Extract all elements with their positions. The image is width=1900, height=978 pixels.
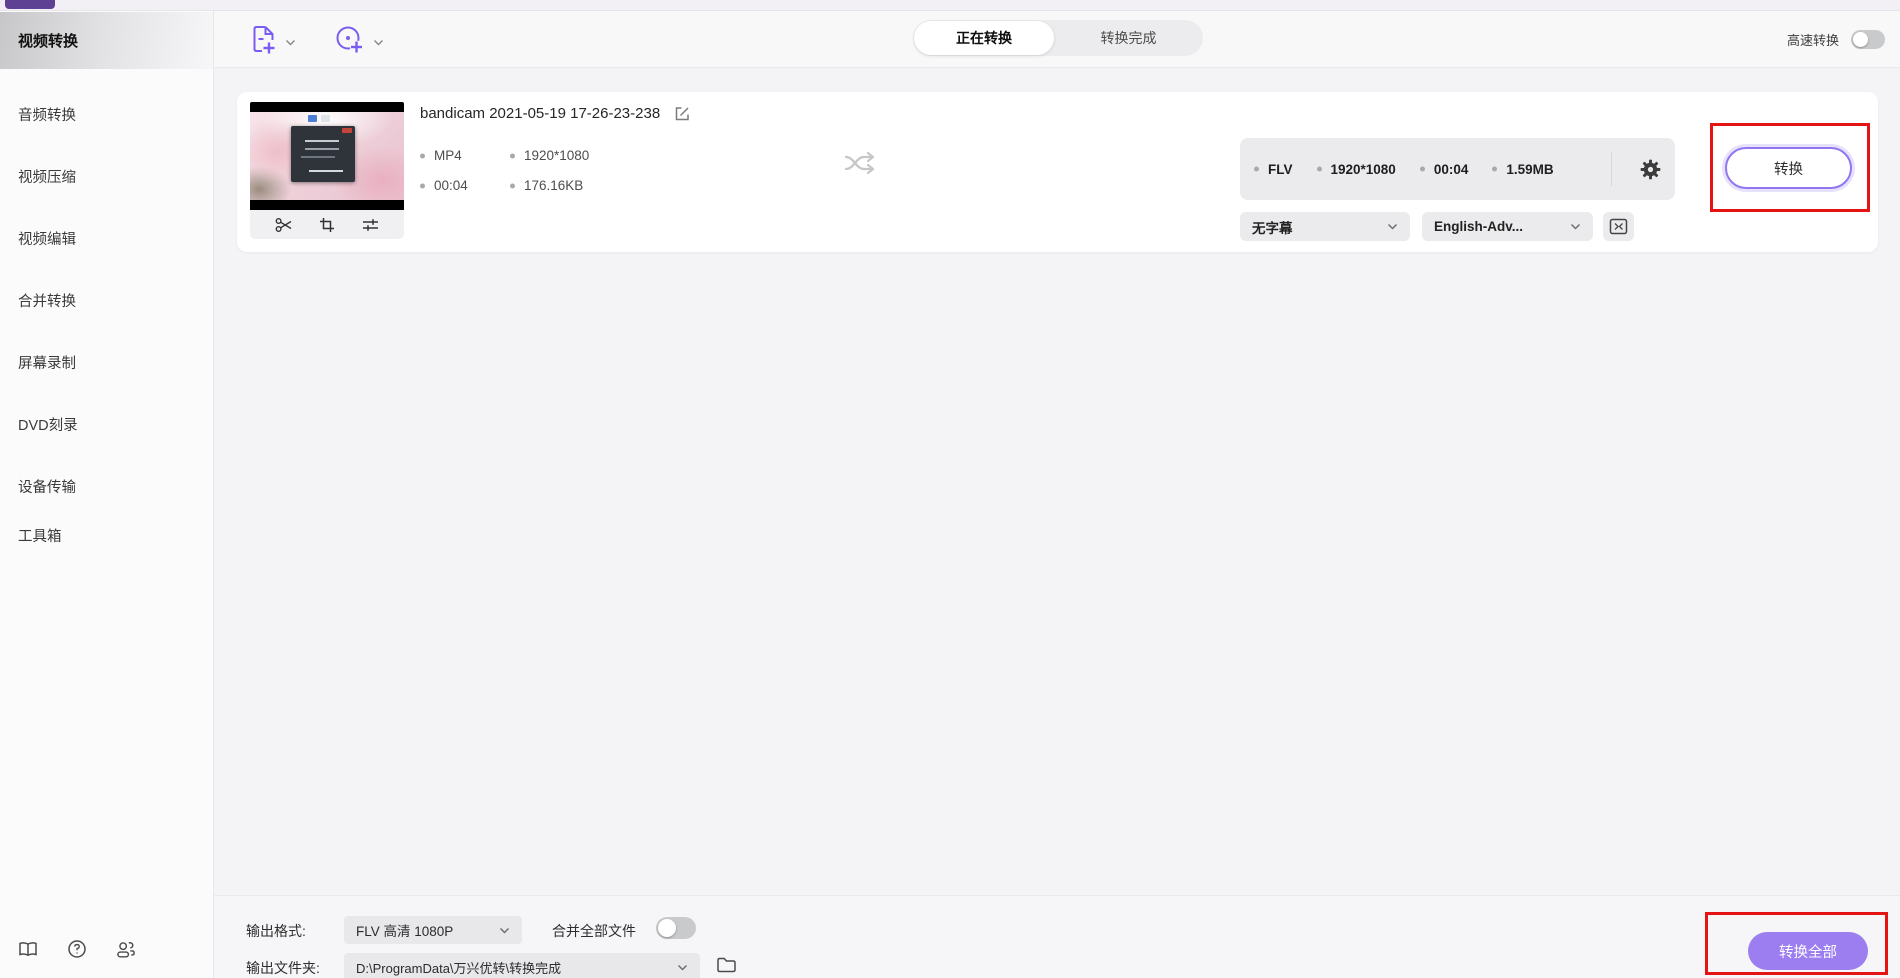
output-format-select[interactable]: FLV 高清 1080P xyxy=(344,916,522,944)
audio-track-value: English-Adv... xyxy=(1434,219,1523,234)
sidebar-item-toolbox[interactable]: 工具箱 xyxy=(0,518,213,552)
shuffle-icon xyxy=(843,150,879,176)
thumbnail-toolbar xyxy=(250,210,404,239)
chevron-down-icon xyxy=(677,964,688,971)
convert-status-tabs: 正在转换 转换完成 xyxy=(913,20,1203,56)
uniconverter-window: 视频转换 音频转换 视频压缩 视频编辑 合并转换 屏幕录制 DVD刻录 设备传输… xyxy=(0,0,1900,978)
file-title-row: bandicam 2021-05-19 17-26-23-238 xyxy=(420,104,690,122)
sidebar-item-dvd-burn[interactable]: DVD刻录 xyxy=(0,407,213,441)
app-logo xyxy=(5,0,55,9)
task-row: bandicam 2021-05-19 17-26-23-238 MP4 192… xyxy=(237,92,1878,252)
output-duration: 00:04 xyxy=(1420,162,1469,177)
toggle-knob xyxy=(658,919,676,937)
tab-converting[interactable]: 正在转换 xyxy=(914,21,1054,55)
sidebar-item-device-transfer[interactable]: 设备传输 xyxy=(0,469,213,503)
source-details: MP4 1920*1080 00:04 176.16KB xyxy=(420,148,589,193)
bottom-bar: 输出格式: FLV 高清 1080P 合并全部文件 输出文件夹: D:\Prog… xyxy=(214,895,1900,978)
add-disc-chevron-icon[interactable] xyxy=(373,39,384,46)
chevron-down-icon xyxy=(1387,223,1398,230)
divider xyxy=(1611,152,1612,186)
output-folder-label: 输出文件夹: xyxy=(246,958,320,978)
subtitle-compress-icon[interactable] xyxy=(1603,212,1634,241)
thumbnail-window-art xyxy=(291,126,355,182)
fast-convert-group: 高速转换 xyxy=(1787,11,1885,68)
subtitle-select[interactable]: 无字幕 xyxy=(1240,212,1410,241)
sidebar-bottom-icons xyxy=(18,939,136,959)
edit-icon[interactable] xyxy=(674,106,690,122)
sidebar-item-audio-convert[interactable]: 音频转换 xyxy=(0,97,213,131)
crop-icon[interactable] xyxy=(318,216,336,234)
video-thumbnail xyxy=(250,102,404,210)
sidebar-item-video-edit[interactable]: 视频编辑 xyxy=(0,221,213,255)
merge-all-label: 合并全部文件 xyxy=(552,921,636,941)
output-format: FLV xyxy=(1254,162,1293,177)
output-size: 1.59MB xyxy=(1492,162,1553,177)
convert-button[interactable]: 转换 xyxy=(1725,147,1852,189)
toggle-knob xyxy=(1853,32,1868,47)
subtitle-select-value: 无字幕 xyxy=(1252,217,1293,237)
tab-converted[interactable]: 转换完成 xyxy=(1054,20,1203,56)
sidebar-item-video-convert[interactable]: 视频转换 xyxy=(0,12,213,69)
fast-convert-toggle[interactable] xyxy=(1851,30,1885,49)
adjust-sliders-icon[interactable] xyxy=(361,216,379,234)
file-title: bandicam 2021-05-19 17-26-23-238 xyxy=(420,105,660,122)
merge-all-toggle[interactable] xyxy=(656,917,696,939)
source-format: MP4 xyxy=(420,148,510,163)
task-list-area: bandicam 2021-05-19 17-26-23-238 MP4 192… xyxy=(214,68,1900,895)
output-resolution: 1920*1080 xyxy=(1317,162,1396,177)
add-buttons-group xyxy=(250,11,394,68)
chevron-down-icon xyxy=(1570,223,1581,230)
chevron-down-icon xyxy=(499,927,510,934)
titlebar-strip xyxy=(0,0,1900,11)
add-file-icon[interactable] xyxy=(250,24,277,55)
output-format-label: 输出格式: xyxy=(246,921,306,941)
convert-all-button[interactable]: 转换全部 xyxy=(1748,932,1868,970)
help-icon[interactable] xyxy=(67,939,87,959)
settings-gear-icon[interactable] xyxy=(1640,159,1661,180)
folder-icon[interactable] xyxy=(716,956,737,974)
output-format-value: FLV 高清 1080P xyxy=(356,920,453,940)
source-size: 176.16KB xyxy=(510,178,589,193)
sidebar-item-screen-record[interactable]: 屏幕录制 xyxy=(0,345,213,379)
add-disc-icon[interactable] xyxy=(334,24,365,55)
source-resolution: 1920*1080 xyxy=(510,148,589,163)
fast-convert-label: 高速转换 xyxy=(1787,30,1839,49)
sidebar-item-merge-convert[interactable]: 合并转换 xyxy=(0,283,213,317)
top-toolbar: 正在转换 转换完成 高速转换 xyxy=(214,11,1900,68)
output-summary: FLV 1920*1080 00:04 1.59MB xyxy=(1240,138,1675,200)
output-folder-value: D:\ProgramData\万兴优转\转换完成 xyxy=(356,958,561,977)
book-icon[interactable] xyxy=(18,939,38,959)
add-file-chevron-icon[interactable] xyxy=(285,39,296,46)
output-folder-select[interactable]: D:\ProgramData\万兴优转\转换完成 xyxy=(344,953,700,978)
sidebar-item-video-compress[interactable]: 视频压缩 xyxy=(0,159,213,193)
source-duration: 00:04 xyxy=(420,178,510,193)
audio-track-select[interactable]: English-Adv... xyxy=(1422,212,1593,241)
community-icon[interactable] xyxy=(116,939,136,959)
scissors-icon[interactable] xyxy=(275,216,293,234)
sidebar: 视频转换 音频转换 视频压缩 视频编辑 合并转换 屏幕录制 DVD刻录 设备传输… xyxy=(0,11,214,978)
